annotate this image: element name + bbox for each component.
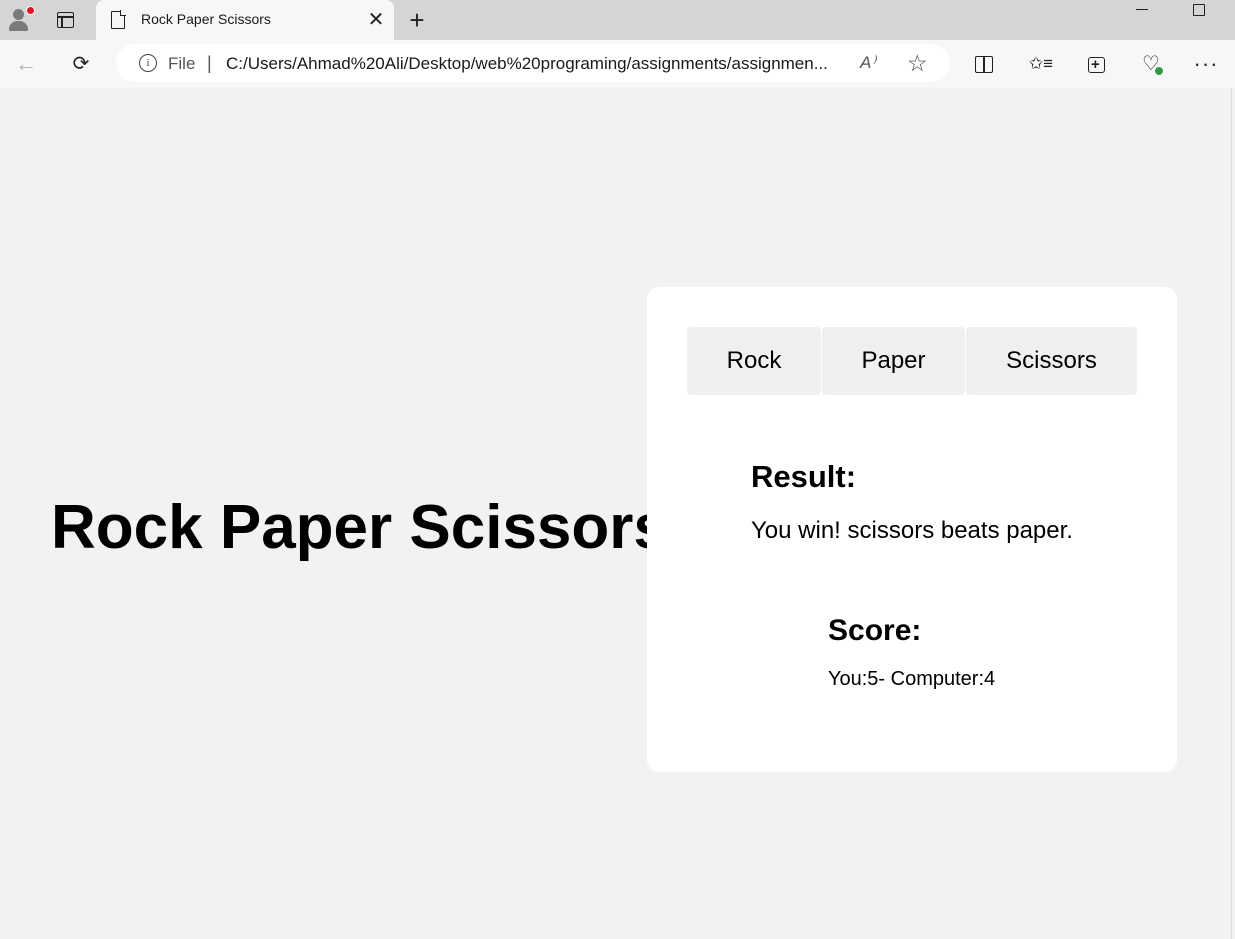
- maximize-window-button[interactable]: [1176, 0, 1222, 30]
- read-aloud-icon[interactable]: A⁾: [860, 53, 876, 73]
- url-scheme-label: File: [168, 54, 196, 73]
- add-favorite-star-icon[interactable]: ☆: [907, 50, 928, 77]
- profile-avatar-icon[interactable]: [5, 5, 35, 33]
- tab-actions-menu-icon[interactable]: [52, 8, 78, 32]
- browser-tab-strip: Rock Paper Scissors ✕ +: [0, 0, 1235, 40]
- browser-essentials-heart-icon[interactable]: ♡: [1137, 50, 1165, 78]
- page-viewport: Rock Paper Scissors Rock Paper Scissors …: [0, 88, 1232, 939]
- split-screen-icon[interactable]: [970, 50, 998, 78]
- collections-icon[interactable]: [1082, 50, 1110, 79]
- tab-title: Rock Paper Scissors: [141, 11, 271, 27]
- new-tab-button[interactable]: +: [404, 6, 430, 34]
- notification-dot: [26, 6, 35, 15]
- site-info-icon[interactable]: i: [139, 54, 157, 72]
- address-bar[interactable]: i File | C:/Users/Ahmad%20Ali/Desktop/we…: [116, 44, 950, 82]
- scissors-button[interactable]: Scissors: [966, 327, 1137, 395]
- address-separator: |: [207, 53, 212, 73]
- minimize-window-button[interactable]: [1120, 0, 1166, 30]
- page-icon: [111, 10, 126, 29]
- paper-button[interactable]: Paper: [822, 327, 965, 395]
- url-text[interactable]: C:/Users/Ahmad%20Ali/Desktop/web%20progr…: [226, 54, 846, 74]
- result-message: You win! scissors beats paper.: [751, 517, 1073, 544]
- active-tab[interactable]: Rock Paper Scissors ✕: [96, 0, 394, 40]
- score-value: You:5- Computer:4: [828, 668, 996, 690]
- game-card: Rock Paper Scissors Result: You win! sci…: [647, 287, 1177, 772]
- tab-close-button[interactable]: ✕: [364, 8, 388, 32]
- reload-button[interactable]: ⟳: [67, 50, 95, 78]
- settings-more-icon[interactable]: ···: [1192, 50, 1220, 78]
- score-heading: Score:: [828, 614, 922, 647]
- result-heading: Result:: [751, 459, 857, 494]
- browser-toolbar: ← ⟳ i File | C:/Users/Ahmad%20Ali/Deskto…: [0, 40, 1235, 88]
- page-title: Rock Paper Scissors: [51, 493, 668, 562]
- favorites-icon[interactable]: ✩≡: [1027, 50, 1055, 78]
- rock-button[interactable]: Rock: [687, 327, 821, 395]
- back-button[interactable]: ←: [12, 50, 40, 78]
